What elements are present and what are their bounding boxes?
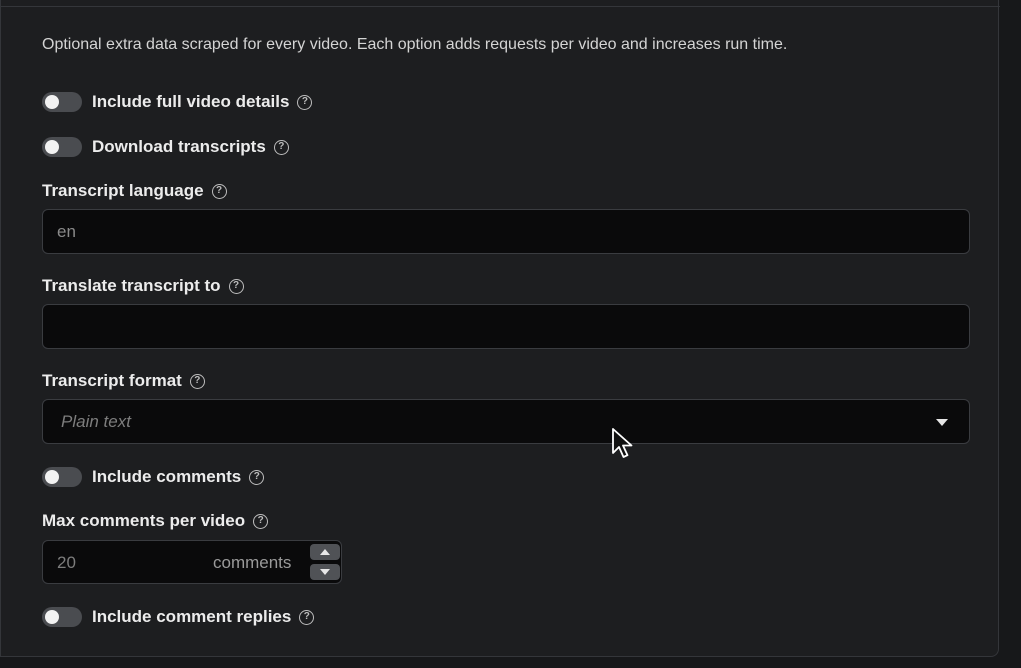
- help-icon[interactable]: ?: [211, 183, 227, 199]
- format-label-row: Transcript format ?: [42, 371, 205, 391]
- help-icon[interactable]: ?: [297, 94, 313, 110]
- toggle-knob: [45, 140, 59, 154]
- toggle-knob: [45, 470, 59, 484]
- toggle-knob: [45, 95, 59, 109]
- help-icon[interactable]: ?: [273, 139, 289, 155]
- mouse-cursor-icon: [612, 428, 633, 458]
- include-replies-row: Include comment replies ?: [42, 606, 315, 628]
- help-icon[interactable]: ?: [253, 513, 269, 529]
- full-details-row: Include full video details ?: [42, 91, 313, 113]
- section-description: Optional extra data scraped for every vi…: [42, 36, 788, 53]
- include-replies-label: Include comment replies: [92, 607, 292, 626]
- help-icon[interactable]: ?: [228, 278, 244, 294]
- include-comments-row: Include comments ?: [42, 466, 265, 488]
- chevron-up-icon: [320, 549, 330, 555]
- download-transcripts-toggle[interactable]: [42, 137, 82, 157]
- transcript-format-select[interactable]: Plain text: [42, 399, 970, 444]
- translate-label-row: Translate transcript to ?: [42, 276, 244, 296]
- increment-button[interactable]: [310, 544, 340, 560]
- max-comments-label: Max comments per video: [42, 511, 246, 530]
- transcript-language-label-row: Transcript language ?: [42, 181, 227, 201]
- download-transcripts-label: Download transcripts: [92, 137, 266, 156]
- include-comments-label: Include comments: [92, 467, 242, 486]
- toggle-knob: [45, 610, 59, 624]
- full-details-label: Include full video details: [92, 92, 290, 111]
- transcript-language-value: en: [57, 221, 76, 241]
- help-icon[interactable]: ?: [189, 373, 205, 389]
- decrement-button[interactable]: [310, 564, 340, 580]
- max-comments-placeholder: 20: [57, 553, 76, 572]
- chevron-down-icon: [936, 419, 948, 426]
- chevron-down-icon: [320, 569, 330, 575]
- include-comments-toggle[interactable]: [42, 467, 82, 487]
- include-replies-toggle[interactable]: [42, 607, 82, 627]
- download-transcripts-row: Download transcripts ?: [42, 136, 289, 158]
- transcript-format-placeholder: Plain text: [61, 411, 131, 431]
- max-comments-input[interactable]: 20 comments: [42, 540, 342, 584]
- transcript-format-label: Transcript format: [42, 371, 182, 390]
- translate-input[interactable]: [42, 304, 970, 349]
- max-comments-label-row: Max comments per video ?: [42, 511, 269, 531]
- transcript-language-label: Transcript language: [42, 181, 204, 200]
- full-details-toggle[interactable]: [42, 92, 82, 112]
- translate-label: Translate transcript to: [42, 276, 221, 295]
- help-icon[interactable]: ?: [299, 609, 315, 625]
- max-comments-unit: comments: [213, 553, 292, 572]
- divider: [1, 6, 1000, 7]
- help-icon[interactable]: ?: [249, 469, 265, 485]
- transcript-language-input[interactable]: en: [42, 209, 970, 254]
